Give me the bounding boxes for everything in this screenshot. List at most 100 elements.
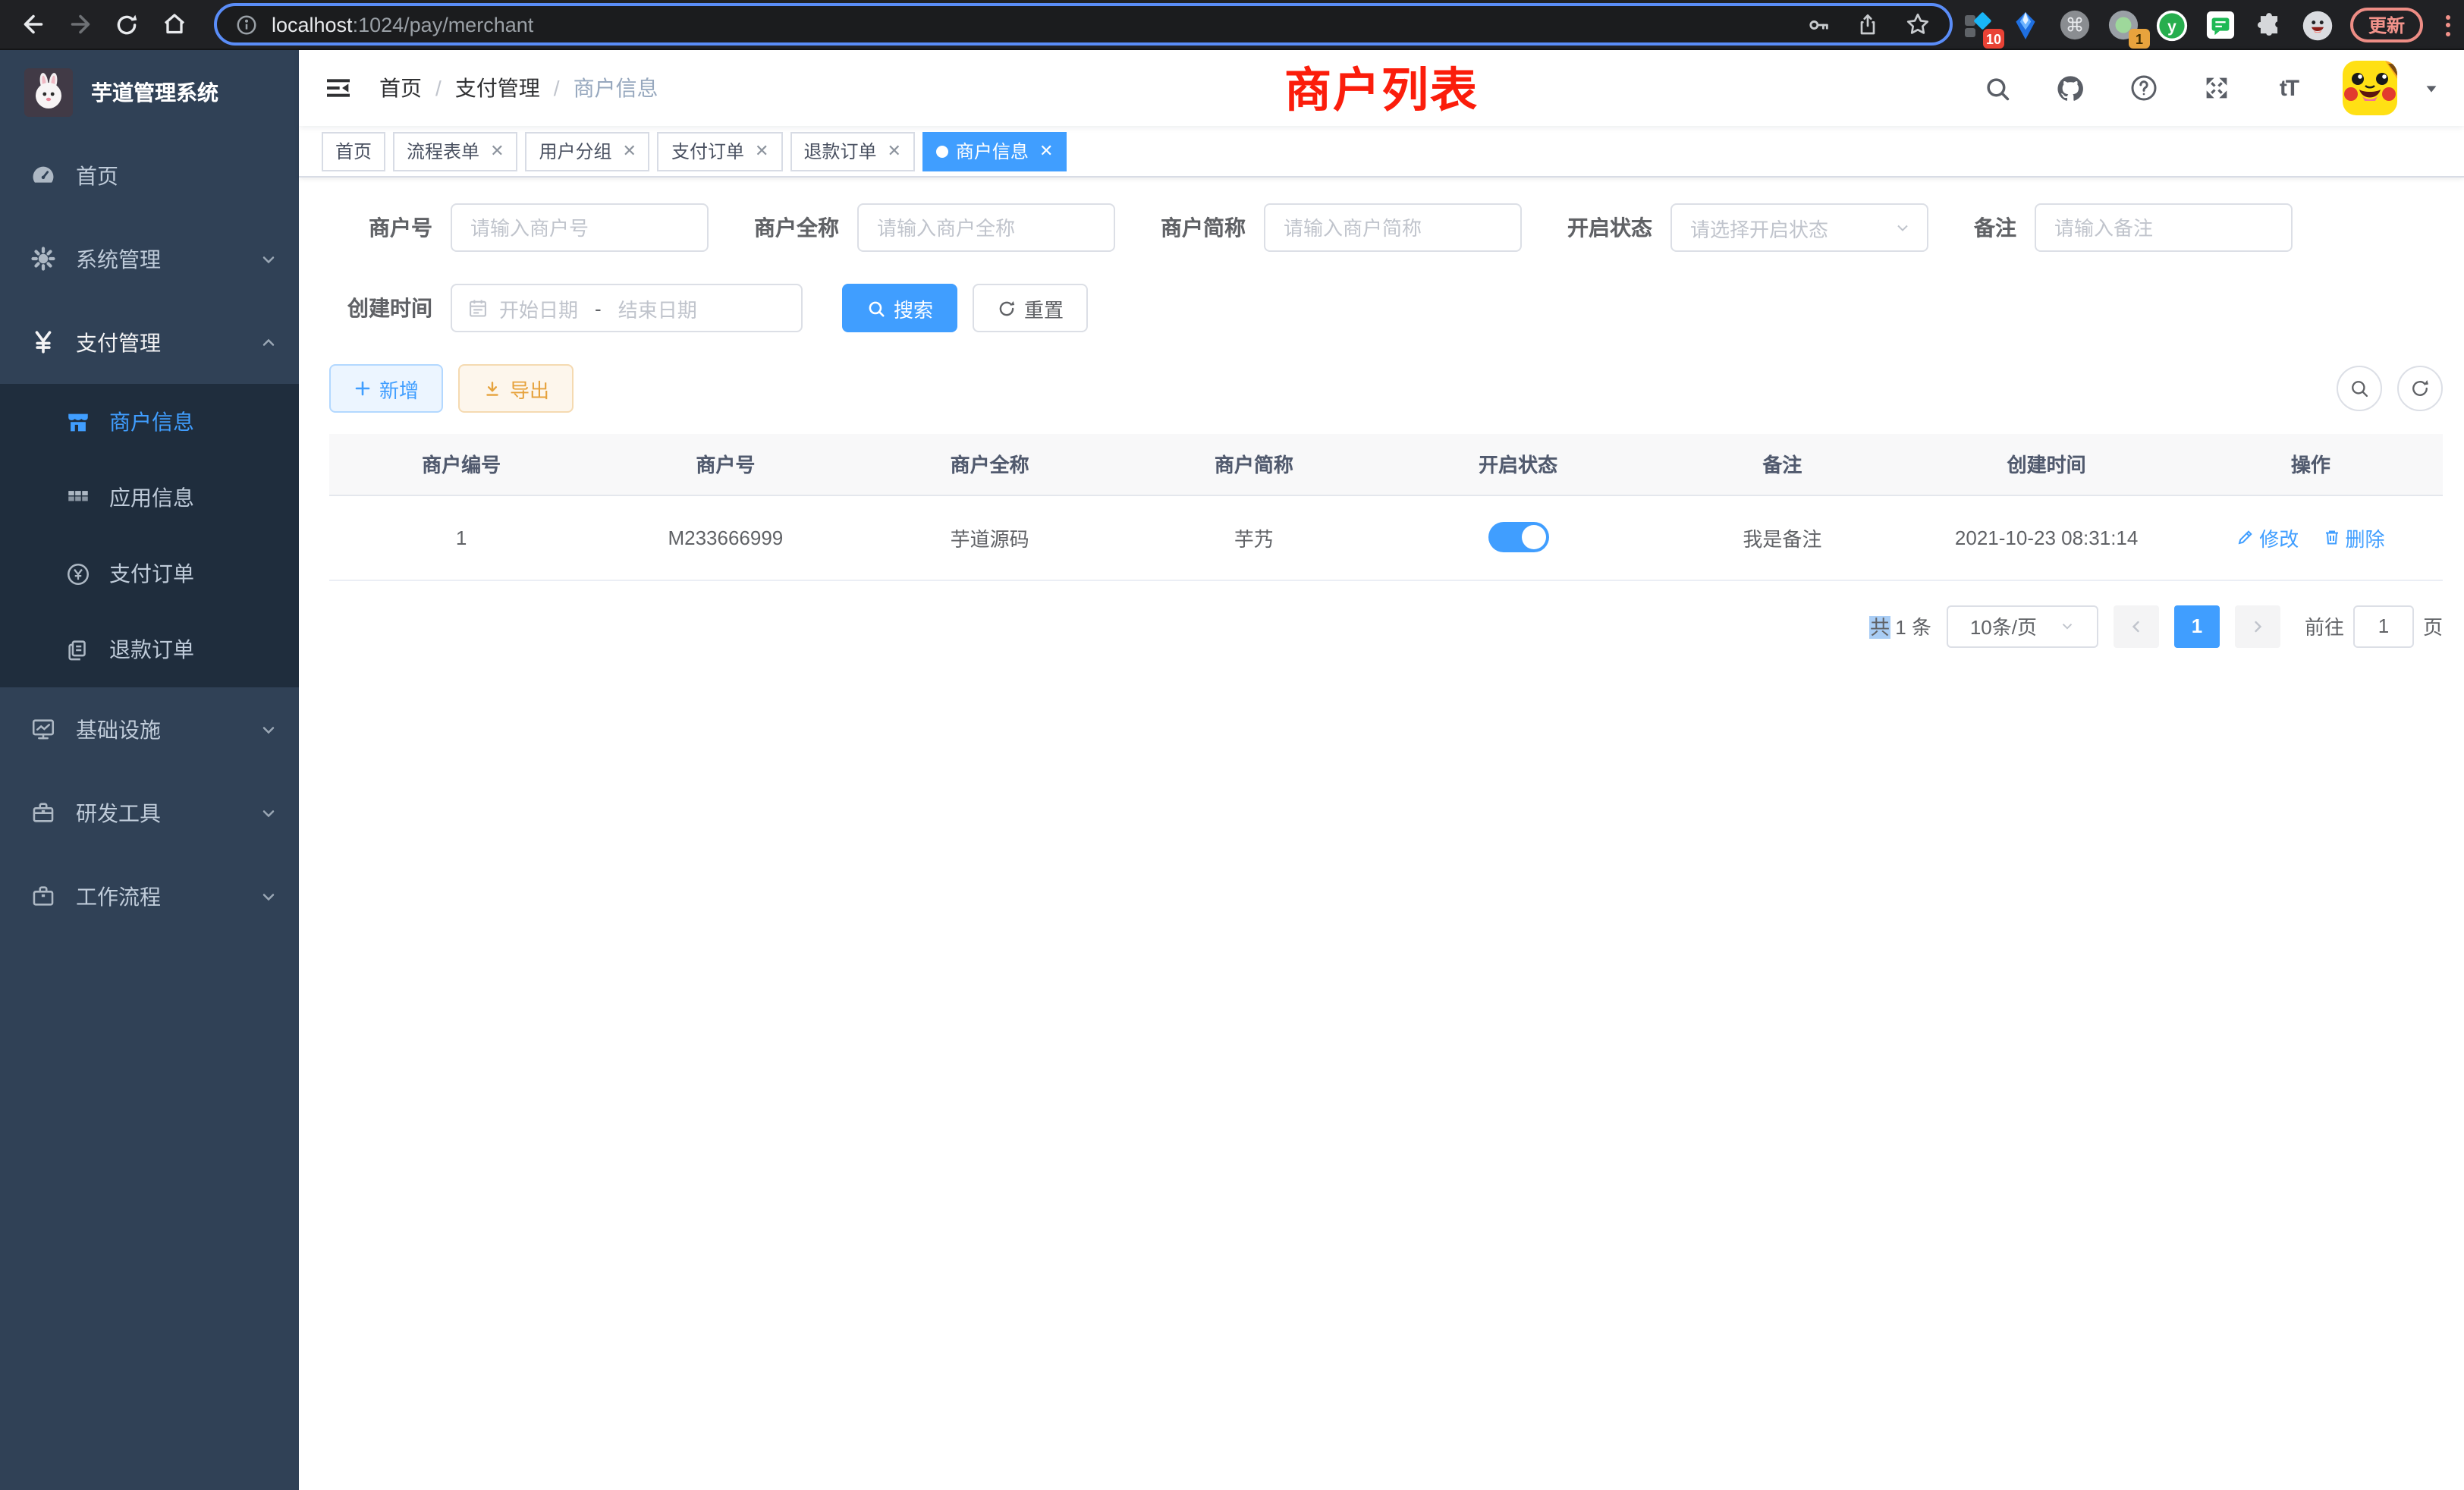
close-icon[interactable]: ✕ xyxy=(490,141,504,161)
breadcrumb-current: 商户信息 xyxy=(574,73,658,103)
breadcrumb-pay[interactable]: 支付管理 xyxy=(455,73,540,103)
browser-update-button[interactable]: 更新 xyxy=(2350,8,2423,42)
next-page-button[interactable] xyxy=(2235,605,2280,647)
home-icon[interactable] xyxy=(150,1,197,48)
sidebar-item-workflow[interactable]: 工作流程 xyxy=(0,854,299,938)
sidebar-item-home[interactable]: 首页 xyxy=(0,134,299,217)
close-icon[interactable]: ✕ xyxy=(755,141,768,161)
refresh-icon xyxy=(2409,378,2431,399)
bookmark-star-icon[interactable] xyxy=(1904,11,1931,38)
sidebar-item-system[interactable]: 系统管理 xyxy=(0,217,299,300)
search-icon[interactable] xyxy=(1972,63,2022,113)
fullscreen-icon[interactable] xyxy=(2191,63,2241,113)
back-icon[interactable] xyxy=(9,1,56,48)
share-icon[interactable] xyxy=(1856,12,1880,36)
sidebar-item-label: 支付订单 xyxy=(109,558,194,589)
download-icon xyxy=(482,379,502,398)
browser-toolbar: localhost:1024/pay/merchant 10 ⌘ 1 xyxy=(0,0,2464,50)
filter-label: 创建时间 xyxy=(329,293,432,323)
sidebar-item-merchant-info[interactable]: 商户信息 xyxy=(0,384,299,460)
sidebar-item-infra[interactable]: 基础设施 xyxy=(0,687,299,771)
recorder-extension-icon[interactable]: 1 xyxy=(2107,9,2139,41)
browser-nav-buttons xyxy=(0,1,197,48)
cell-merchant-no: M233666999 xyxy=(593,495,857,580)
chat-extension-icon[interactable] xyxy=(2205,9,2236,41)
filter-label: 商户简称 xyxy=(1161,212,1246,243)
export-button[interactable]: 导出 xyxy=(458,364,574,413)
chevron-down-icon xyxy=(259,803,278,822)
merchant-table: 商户编号 商户号 商户全称 商户简称 开启状态 备注 创建时间 操作 1 xyxy=(329,434,2443,580)
sidebar-item-label: 首页 xyxy=(76,160,118,190)
close-icon[interactable]: ✕ xyxy=(887,141,900,161)
github-icon[interactable] xyxy=(2045,63,2095,113)
plus-icon xyxy=(354,379,372,398)
delete-link[interactable]: 删除 xyxy=(2323,523,2385,552)
prev-page-button[interactable] xyxy=(2114,605,2159,647)
help-icon[interactable] xyxy=(2118,63,2168,113)
tag-process-form[interactable]: 流程表单✕ xyxy=(393,131,517,171)
tag-merchant-info[interactable]: 商户信息✕ xyxy=(922,131,1067,171)
browser-menu-icon[interactable] xyxy=(2440,14,2456,36)
browser-extensions: 10 ⌘ 1 y 更新 xyxy=(1962,0,2456,50)
profile-avatar-icon[interactable] xyxy=(2302,9,2334,41)
forward-icon[interactable] xyxy=(56,1,103,48)
extensions-puzzle-icon[interactable] xyxy=(2253,9,2285,41)
breadcrumb-home[interactable]: 首页 xyxy=(379,73,422,103)
gem-extension-icon[interactable] xyxy=(2010,9,2042,41)
add-button[interactable]: 新增 xyxy=(329,364,443,413)
status-toggle[interactable] xyxy=(1488,522,1548,552)
url-text[interactable]: localhost:1024/pay/merchant xyxy=(272,13,533,36)
cell-merchant-id: 1 xyxy=(329,495,593,580)
edit-link[interactable]: 修改 xyxy=(2236,523,2299,552)
search-button[interactable]: 搜索 xyxy=(842,284,957,332)
remark-input[interactable] xyxy=(2035,203,2293,252)
cell-create-time: 2021-10-23 08:31:14 xyxy=(1915,495,2179,580)
sidebar-item-label: 应用信息 xyxy=(109,483,194,513)
sidebar-fold-icon[interactable] xyxy=(322,71,355,105)
monitor-icon xyxy=(30,716,56,742)
address-bar[interactable]: localhost:1024/pay/merchant xyxy=(214,3,1953,46)
extension-badge: 10 xyxy=(1983,29,2004,49)
full-name-input[interactable] xyxy=(857,203,1115,252)
tasks-extension-icon[interactable]: 10 xyxy=(1962,9,1994,41)
tag-refund-order[interactable]: 退款订单✕ xyxy=(790,131,914,171)
filter-status: 开启状态 请选择开启状态 xyxy=(1567,203,1928,252)
pagination: 共 1 条 10条/页 1 前往 页 xyxy=(329,605,2443,647)
status-select[interactable]: 请选择开启状态 xyxy=(1670,203,1928,252)
site-info-icon[interactable] xyxy=(235,13,258,36)
sidebar-item-pay[interactable]: 支付管理 xyxy=(0,300,299,384)
refresh-table-button[interactable] xyxy=(2397,366,2443,411)
tag-user-group[interactable]: 用户分组✕ xyxy=(526,131,650,171)
sidebar-item-pay-order[interactable]: 支付订单 xyxy=(0,536,299,611)
caret-down-icon[interactable] xyxy=(2423,80,2440,96)
short-name-input[interactable] xyxy=(1264,203,1522,252)
cell-full-name: 芋道源码 xyxy=(858,495,1122,580)
create-time-range-picker[interactable]: 开始日期 - 结束日期 xyxy=(451,284,803,332)
chevron-up-icon xyxy=(259,333,278,351)
key-icon[interactable] xyxy=(1806,11,1831,37)
close-icon[interactable]: ✕ xyxy=(623,141,636,161)
sidebar-item-app-info[interactable]: 应用信息 xyxy=(0,460,299,536)
end-date-placeholder[interactable]: 结束日期 xyxy=(618,294,697,322)
reset-button[interactable]: 重置 xyxy=(973,284,1088,332)
tag-pay-order[interactable]: 支付订单✕ xyxy=(658,131,782,171)
y-extension-icon[interactable]: y xyxy=(2156,9,2188,41)
command-extension-icon[interactable]: ⌘ xyxy=(2059,9,2091,41)
font-size-icon[interactable]: tT xyxy=(2264,63,2314,113)
page-size-select[interactable]: 10条/页 xyxy=(1947,605,2098,647)
page-1-button[interactable]: 1 xyxy=(2174,605,2220,647)
close-icon[interactable]: ✕ xyxy=(1039,141,1053,161)
tag-home[interactable]: 首页 xyxy=(322,131,385,171)
user-avatar[interactable] xyxy=(2343,61,2397,115)
merchant-no-input[interactable] xyxy=(451,203,709,252)
app-logo-row[interactable]: 芋道管理系统 xyxy=(0,50,299,134)
sidebar-item-devtools[interactable]: 研发工具 xyxy=(0,771,299,854)
sidebar-item-refund-order[interactable]: 退款订单 xyxy=(0,611,299,687)
col-full-name: 商户全称 xyxy=(858,434,1122,495)
reload-icon[interactable] xyxy=(103,1,150,48)
col-merchant-no: 商户号 xyxy=(593,434,857,495)
start-date-placeholder[interactable]: 开始日期 xyxy=(499,294,578,322)
goto-page-input[interactable] xyxy=(2353,605,2414,647)
toggle-search-button[interactable] xyxy=(2337,366,2382,411)
screen: localhost:1024/pay/merchant 10 ⌘ 1 xyxy=(0,0,2464,1490)
